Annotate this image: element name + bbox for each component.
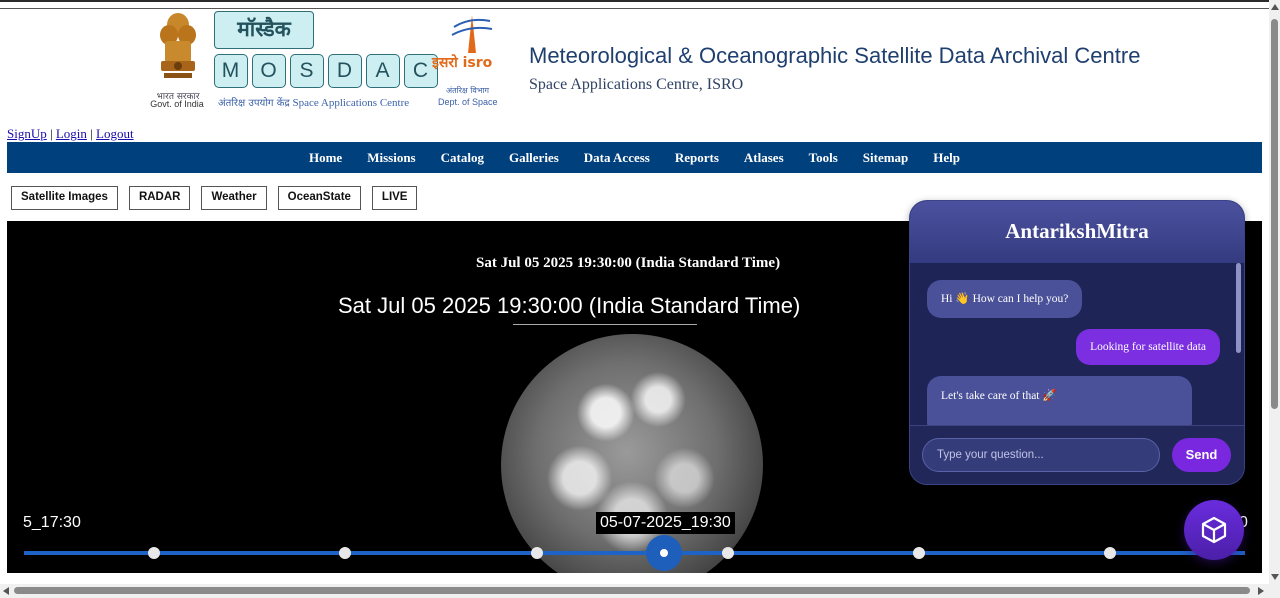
timeline-dot[interactable] [148, 547, 160, 559]
govt-emblem: भारत सरकार Govt. of India [148, 11, 206, 109]
logo-letter: S [290, 54, 324, 88]
timeline-dot[interactable] [339, 547, 351, 559]
isro-rocket-icon [451, 15, 493, 53]
logo-letter: M [214, 54, 248, 88]
chatbot-panel: AntarikshMitra Hi 👋 How can I help you? … [909, 200, 1245, 485]
nav-sitemap[interactable]: Sitemap [850, 150, 921, 166]
scroll-right-icon[interactable] [1258, 587, 1264, 595]
nav-data-access[interactable]: Data Access [571, 150, 662, 166]
nav-reports[interactable]: Reports [662, 150, 731, 166]
satellite-earth-image [501, 334, 763, 573]
auth-separator: | [90, 126, 93, 141]
sac-caption: अंतरिक्ष उपयोग केंद्र Space Applications… [218, 95, 409, 109]
logout-link[interactable]: Logout [96, 126, 134, 141]
isro-caption: Dept. of Space [438, 97, 498, 107]
isro-logo: इसरो isro अंतरिक्ष विभाग Dept. of Space [432, 13, 504, 113]
emblem-caption: Govt. of India [150, 99, 204, 109]
timeline-dot[interactable] [913, 547, 925, 559]
logo-letter: O [252, 54, 286, 88]
nav-catalog[interactable]: Catalog [428, 150, 496, 166]
frame-label-current: 05-07-2025_19:30 [596, 512, 735, 534]
ashoka-emblem-icon [160, 13, 196, 78]
logo-hindi: मॉस्डैक [214, 11, 314, 49]
bot-message: Hi 👋 How can I help you? [927, 280, 1083, 318]
send-button[interactable]: Send [1172, 438, 1231, 472]
mosdac-logo[interactable]: मॉस्डैक M O S D A C अंतरिक्ष उपयोग केंद्… [214, 9, 438, 113]
timeline-handle[interactable] [646, 535, 682, 571]
chat-footer: Send [910, 425, 1244, 484]
chatbot-title: AntarikshMitra [910, 201, 1244, 263]
chat-scrollbar[interactable] [1236, 263, 1241, 353]
scroll-down-icon[interactable] [1271, 574, 1279, 580]
isro-wordmark: इसरो isro [432, 55, 493, 71]
oceanstate-button[interactable]: OceanState [277, 186, 361, 210]
horizontal-scrollbar[interactable] [0, 584, 1280, 598]
cube-icon [1201, 516, 1227, 544]
signup-link[interactable]: SignUp [7, 126, 47, 141]
chat-messages: Hi 👋 How can I help you? Looking for sat… [910, 263, 1244, 425]
top-border [0, 0, 1270, 2]
timeline-dot[interactable] [1104, 547, 1116, 559]
sac-caption-english: Space Applications Centre [292, 97, 410, 109]
sac-caption-hindi: अंतरिक्ष उपयोग केंद्र [218, 98, 290, 109]
weather-button[interactable]: Weather [201, 186, 267, 210]
logo-letter: D [328, 54, 362, 88]
auth-separator: | [49, 126, 53, 141]
horizontal-scroll-thumb[interactable] [14, 587, 1250, 594]
logo-letter: A [366, 54, 400, 88]
nav-galleries[interactable]: Galleries [496, 150, 571, 166]
nav-home[interactable]: Home [296, 150, 354, 166]
timestamp-underline [513, 324, 697, 325]
site-header: भारत सरकार Govt. of India मॉस्डैक M O S … [0, 9, 1268, 127]
chatbot-toggle-button[interactable] [1184, 500, 1244, 560]
live-button[interactable]: LIVE [371, 186, 418, 210]
radar-button[interactable]: RADAR [128, 186, 191, 210]
timestamp-heading: Sat Jul 05 2025 19:30:00 (India Standard… [476, 255, 781, 271]
logo-letters: M O S D A C [214, 54, 438, 88]
page-subtitle: Space Applications Centre, ISRO [529, 76, 744, 93]
login-link[interactable]: Login [56, 126, 87, 141]
satellite-images-button[interactable]: Satellite Images [11, 186, 118, 210]
frame-label-previous: 5_17:30 [23, 514, 81, 531]
scroll-left-icon[interactable] [3, 587, 9, 595]
main-nav: Home Missions Catalog Galleries Data Acc… [7, 142, 1262, 173]
page-title: Meteorological & Oceanographic Satellite… [529, 43, 1141, 68]
vertical-scroll-thumb[interactable] [1271, 19, 1278, 409]
chat-input[interactable] [922, 438, 1160, 472]
nav-help[interactable]: Help [921, 150, 973, 166]
timeline-dot[interactable] [722, 547, 734, 559]
scroll-up-icon[interactable] [1271, 4, 1279, 10]
category-buttons: Satellite Images RADAR Weather OceanStat… [11, 186, 418, 210]
nav-atlases[interactable]: Atlases [731, 150, 796, 166]
isro-caption-hindi: अंतरिक्ष विभाग [446, 86, 490, 95]
timeline-dot[interactable] [531, 547, 543, 559]
auth-links: SignUp | Login | Logout [7, 126, 134, 142]
timeline-track[interactable] [24, 551, 1245, 555]
nav-tools[interactable]: Tools [796, 150, 850, 166]
image-timestamp: Sat Jul 05 2025 19:30:00 (India Standard… [338, 293, 801, 318]
nav-missions[interactable]: Missions [355, 150, 428, 166]
vertical-scrollbar[interactable] [1269, 0, 1280, 584]
bot-message: Let's take care of that 🚀 [927, 376, 1192, 425]
user-message: Looking for satellite data [1076, 329, 1220, 365]
